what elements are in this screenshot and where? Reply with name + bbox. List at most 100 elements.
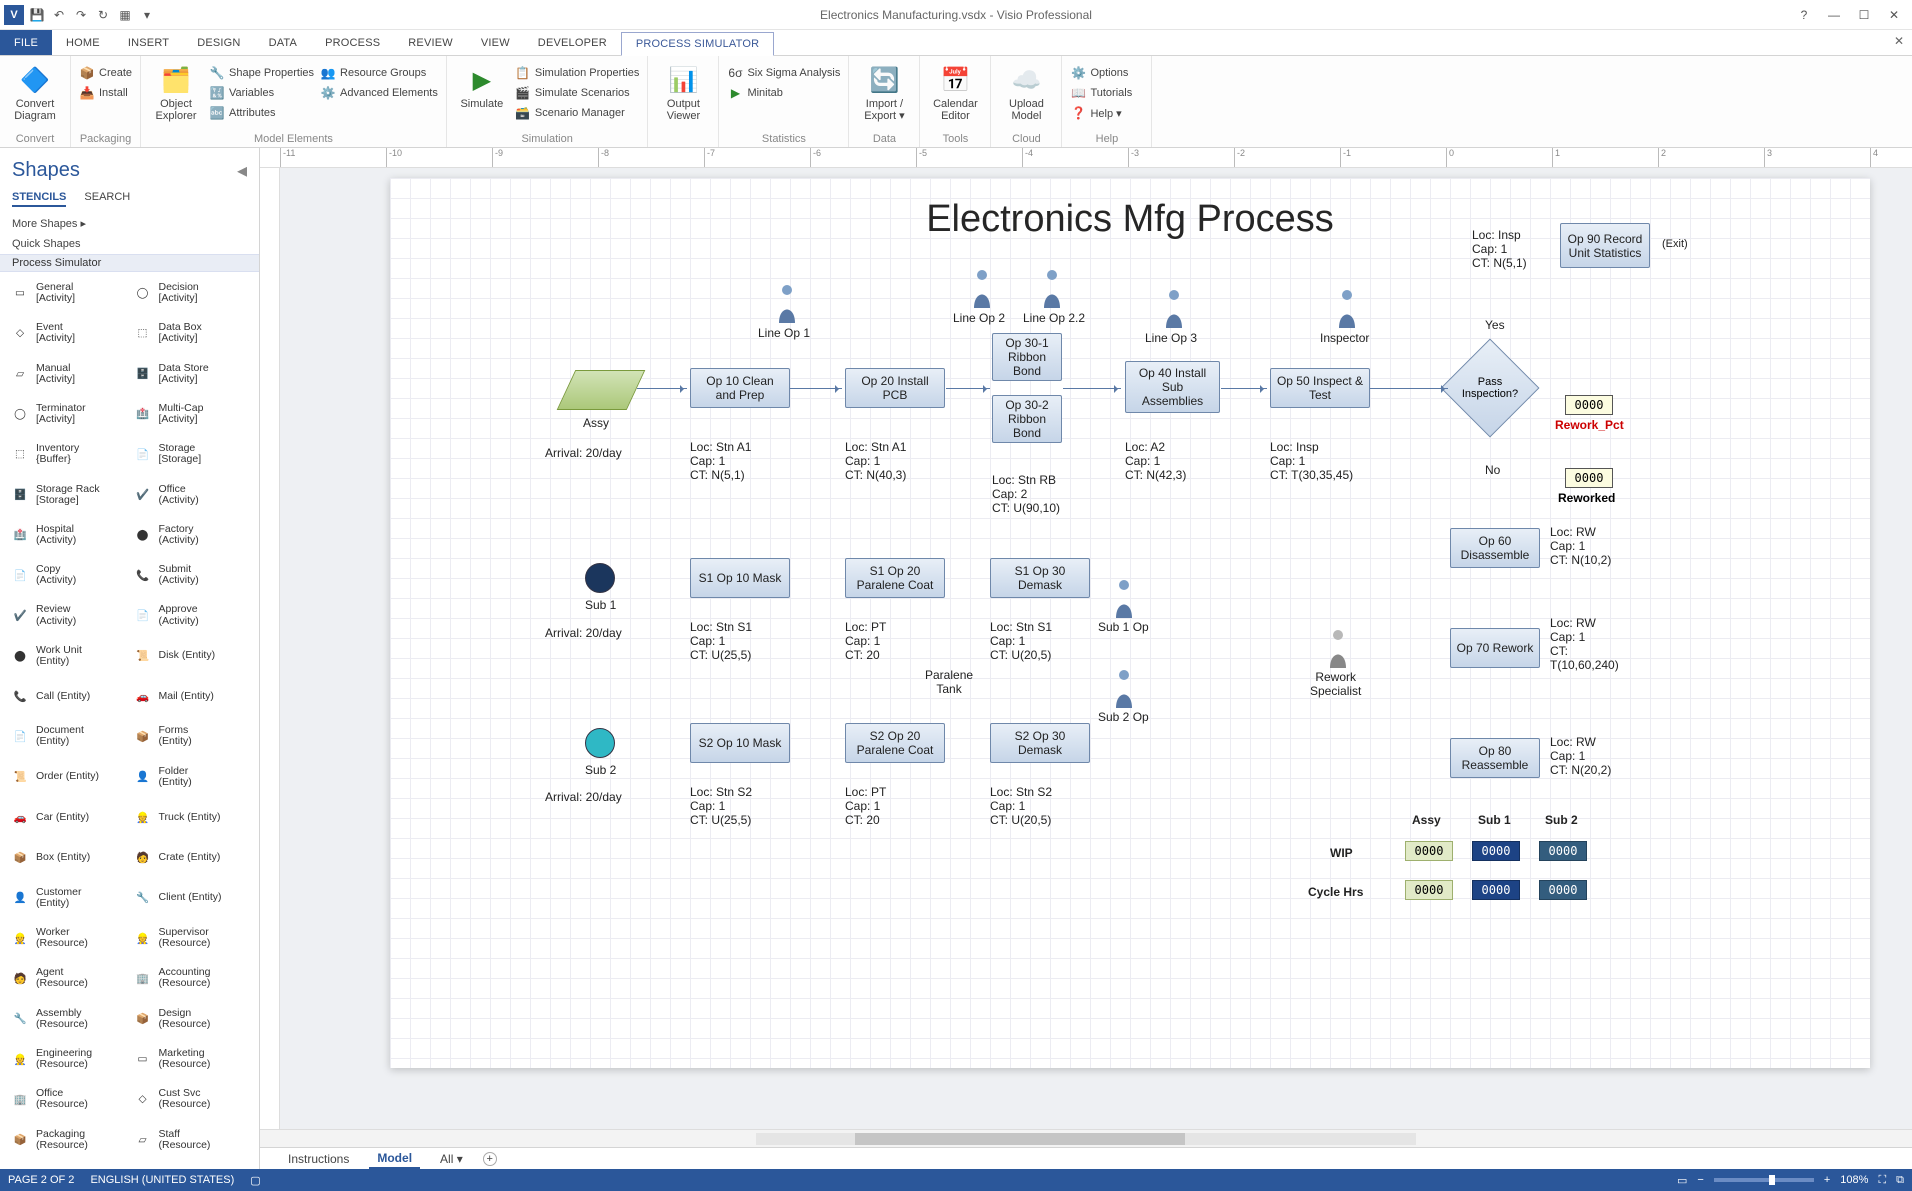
tab-file[interactable]: FILE	[0, 30, 52, 55]
close-icon[interactable]: ✕	[1884, 8, 1904, 22]
undo-icon[interactable]: ↶	[50, 6, 68, 24]
shape-stencil-item[interactable]: ◇Cust Svc(Resource)	[133, 1084, 252, 1114]
shape-stencil-item[interactable]: 🚗Mail (Entity)	[133, 681, 252, 711]
shape-stencil-item[interactable]: ◯Terminator[Activity]	[10, 399, 129, 429]
s2op30-block[interactable]: S2 Op 30 Demask	[990, 723, 1090, 763]
fit-page-icon[interactable]: ⛶	[1878, 1174, 1886, 1187]
shape-stencil-item[interactable]: 🔧Assembly(Resource)	[10, 1004, 129, 1034]
minitab-button[interactable]: ▶Minitab	[727, 84, 840, 102]
simulation-properties-button[interactable]: 📋Simulation Properties	[515, 64, 640, 82]
drawing-page[interactable]: Electronics Mfg Process Loc: Insp Cap: 1…	[390, 178, 1870, 1068]
op60-block[interactable]: Op 60 Disassemble	[1450, 528, 1540, 568]
s1op30-block[interactable]: S1 Op 30 Demask	[990, 558, 1090, 598]
refresh-icon[interactable]: ↻	[94, 6, 112, 24]
shape-stencil-item[interactable]: 👷Engineering(Resource)	[10, 1044, 129, 1074]
shape-stencil-item[interactable]: 🧑Agent(Resource)	[10, 963, 129, 993]
shape-stencil-item[interactable]: 👷Truck (Entity)	[133, 802, 252, 832]
op90-block[interactable]: Op 90 Record Unit Statistics	[1560, 223, 1650, 268]
import-export-button[interactable]: 🔄 Import / Export ▾	[857, 60, 911, 122]
rework-specialist-icon[interactable]	[1326, 628, 1350, 668]
shape-stencil-item[interactable]: 📦Forms(Entity)	[133, 721, 252, 751]
shape-stencil-item[interactable]: 🏢Office(Resource)	[10, 1084, 129, 1114]
advanced-elements-button[interactable]: ⚙️Advanced Elements	[320, 84, 438, 102]
shape-stencil-item[interactable]: 🔧Client (Entity)	[133, 883, 252, 913]
add-sheet-icon[interactable]: +	[483, 1152, 497, 1166]
shape-stencil-item[interactable]: 👷Supervisor(Resource)	[133, 923, 252, 953]
shapes-section-header[interactable]: Process Simulator	[0, 254, 259, 272]
lineop2-icon[interactable]	[970, 268, 994, 308]
shape-stencil-item[interactable]: ⬚Inventory{Buffer}	[10, 439, 129, 469]
shapes-tab-search[interactable]: SEARCH	[84, 191, 130, 207]
shape-stencil-item[interactable]: 🏢Accounting(Resource)	[133, 963, 252, 993]
sub2-circle[interactable]	[585, 728, 615, 758]
s2op10-block[interactable]: S2 Op 10 Mask	[690, 723, 790, 763]
shape-stencil-item[interactable]: 📄Storage[Storage]	[133, 439, 252, 469]
tab-data[interactable]: DATA	[255, 30, 312, 55]
tab-design[interactable]: DESIGN	[183, 30, 254, 55]
tab-home[interactable]: HOME	[52, 30, 114, 55]
shape-stencil-item[interactable]: ◯Decision[Activity]	[133, 278, 252, 308]
drawing-canvas[interactable]: Electronics Mfg Process Loc: Insp Cap: 1…	[280, 168, 1912, 1129]
shape-properties-button[interactable]: 🔧Shape Properties	[209, 64, 314, 82]
shape-stencil-item[interactable]: ▭Marketing(Resource)	[133, 1044, 252, 1074]
save-icon[interactable]: 💾	[28, 6, 46, 24]
zoom-in-icon[interactable]: +	[1824, 1174, 1830, 1186]
object-explorer-button[interactable]: 🗂️ Object Explorer	[149, 60, 203, 122]
shape-stencil-item[interactable]: 🏥Multi-Cap[Activity]	[133, 399, 252, 429]
zoom-out-icon[interactable]: −	[1697, 1174, 1703, 1186]
inspector-icon[interactable]	[1335, 288, 1359, 328]
attributes-button[interactable]: 🔤Attributes	[209, 104, 314, 122]
shape-stencil-item[interactable]: ◇Event[Activity]	[10, 318, 129, 348]
macro-record-icon[interactable]: ▢	[250, 1174, 260, 1187]
s1op20-block[interactable]: S1 Op 20 Paralene Coat	[845, 558, 945, 598]
zoom-slider[interactable]	[1714, 1178, 1814, 1182]
shape-stencil-item[interactable]: ✔️Review(Activity)	[10, 601, 129, 631]
shape-stencil-item[interactable]: 📦Packaging(Resource)	[10, 1125, 129, 1155]
create-package-button[interactable]: 📦Create	[79, 64, 132, 82]
tab-developer[interactable]: DEVELOPER	[524, 30, 621, 55]
simulate-scenarios-button[interactable]: 🎬Simulate Scenarios	[515, 84, 640, 102]
shape-stencil-item[interactable]: 🗄️Data Store[Activity]	[133, 359, 252, 389]
shape-stencil-item[interactable]: ✔️Office(Activity)	[133, 480, 252, 510]
calendar-editor-button[interactable]: 📅 Calendar Editor	[928, 60, 982, 122]
tab-review[interactable]: REVIEW	[394, 30, 467, 55]
shape-stencil-item[interactable]: 📜Order (Entity)	[10, 762, 129, 792]
shape-stencil-item[interactable]: 📞Call (Entity)	[10, 681, 129, 711]
qat-dropdown-icon[interactable]: ▾	[138, 6, 156, 24]
shape-stencil-item[interactable]: 📄Document(Entity)	[10, 721, 129, 751]
sub1-circle[interactable]	[585, 563, 615, 593]
op70-block[interactable]: Op 70 Rework	[1450, 628, 1540, 668]
help-button[interactable]: ❓Help ▾	[1070, 104, 1132, 122]
op30-1-block[interactable]: Op 30-1 Ribbon Bond	[992, 333, 1062, 381]
shape-stencil-item[interactable]: ⬤Factory(Activity)	[133, 520, 252, 550]
tab-process-simulator[interactable]: PROCESS SIMULATOR	[621, 32, 774, 56]
sub1op-icon[interactable]	[1112, 578, 1136, 618]
s2op20-block[interactable]: S2 Op 20 Paralene Coat	[845, 723, 945, 763]
op40-block[interactable]: Op 40 Install Sub Assemblies	[1125, 361, 1220, 413]
op80-block[interactable]: Op 80 Reassemble	[1450, 738, 1540, 778]
shape-stencil-item[interactable]: 🗄️Storage Rack[Storage]	[10, 480, 129, 510]
quick-shapes-link[interactable]: Quick Shapes	[0, 234, 259, 254]
lineop3-icon[interactable]	[1162, 288, 1186, 328]
minimize-icon[interactable]: —	[1824, 8, 1844, 22]
shape-stencil-item[interactable]: 🧑Crate (Entity)	[133, 842, 252, 872]
shape-stencil-item[interactable]: 👤Customer(Entity)	[10, 883, 129, 913]
op20-block[interactable]: Op 20 Install PCB	[845, 368, 945, 408]
sheet-instructions[interactable]: Instructions	[280, 1150, 357, 1168]
maximize-icon[interactable]: ☐	[1854, 8, 1874, 22]
grid-icon[interactable]: ▦	[116, 6, 134, 24]
output-viewer-button[interactable]: 📊 Output Viewer	[656, 60, 710, 122]
options-button[interactable]: ⚙️Options	[1070, 64, 1132, 82]
shapes-collapse-icon[interactable]: ◂	[237, 158, 247, 183]
upload-model-button[interactable]: ☁️ Upload Model	[999, 60, 1053, 122]
shape-stencil-item[interactable]: ▭General[Activity]	[10, 278, 129, 308]
lineop1-icon[interactable]	[775, 283, 799, 323]
shape-stencil-item[interactable]: 🚗Car (Entity)	[10, 802, 129, 832]
pass-inspection-decision[interactable]: Pass Inspection?	[1450, 348, 1530, 428]
shape-stencil-item[interactable]: 📦Box (Entity)	[10, 842, 129, 872]
help-icon[interactable]: ?	[1794, 8, 1814, 22]
horizontal-scrollbar[interactable]	[260, 1129, 1912, 1147]
tab-process[interactable]: PROCESS	[311, 30, 394, 55]
presentation-mode-icon[interactable]: ▭	[1677, 1174, 1687, 1187]
op50-block[interactable]: Op 50 Inspect & Test	[1270, 368, 1370, 408]
